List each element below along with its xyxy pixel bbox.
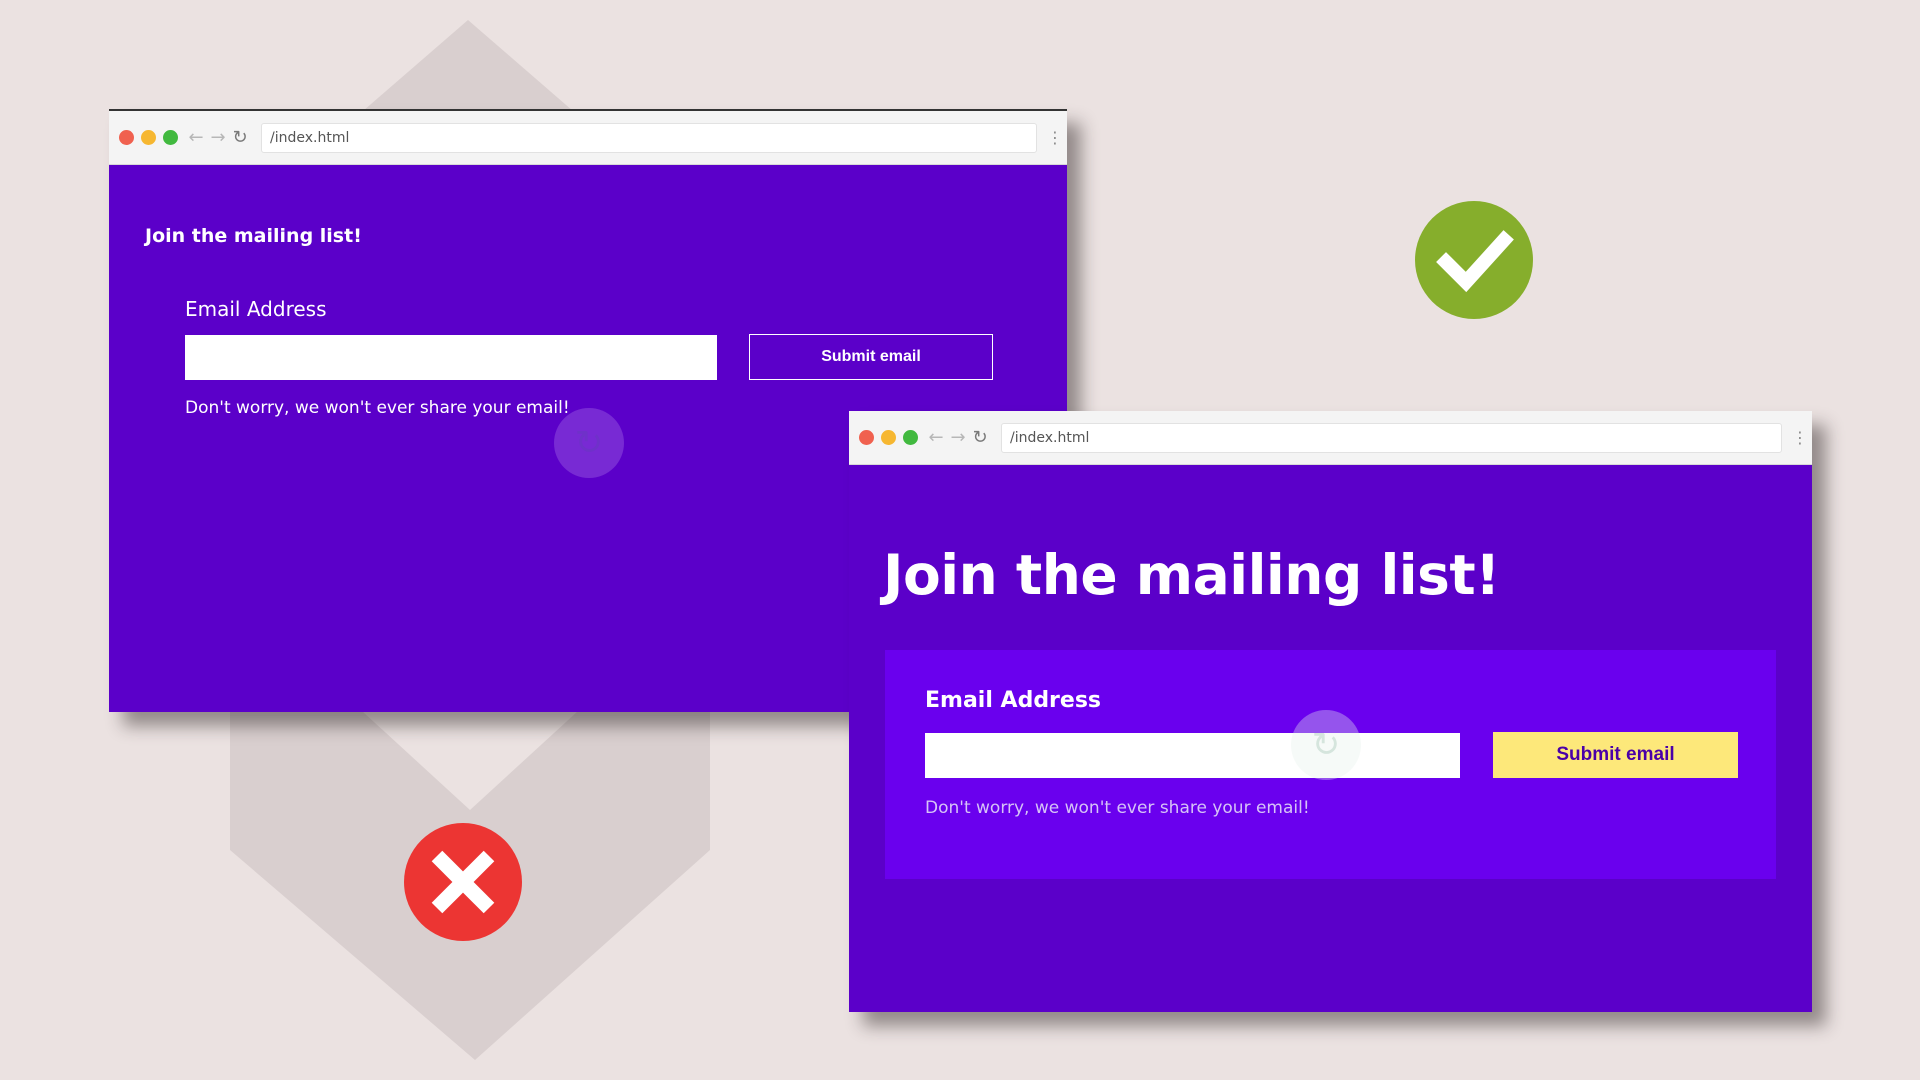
forward-arrow-icon[interactable]: → — [207, 127, 229, 148]
checkmark-icon — [1415, 201, 1533, 319]
good-example-browser-window: ← → ↻ /index.html ⋮ Join the mailing lis… — [849, 411, 1812, 1012]
address-bar[interactable]: /index.html — [261, 122, 1037, 153]
page-title: Join the mailing list! — [883, 543, 1500, 607]
reload-icon[interactable]: ↻ — [229, 127, 251, 148]
minimize-dot-icon[interactable] — [141, 130, 156, 145]
cross-icon — [404, 823, 522, 941]
helper-text: Don't worry, we won't ever share your em… — [925, 798, 1310, 818]
kebab-menu-icon[interactable]: ⋮ — [1047, 129, 1063, 146]
browser-toolbar: ← → ↻ /index.html ⋮ — [109, 111, 1067, 165]
maximize-dot-icon[interactable] — [903, 430, 918, 445]
loading-spinner-icon: ↻ — [554, 408, 624, 478]
address-bar-url: /index.html — [1010, 429, 1090, 446]
good-example-page: Join the mailing list! Email Address Sub… — [849, 465, 1812, 1012]
minimize-dot-icon[interactable] — [881, 430, 896, 445]
signup-form-card: Email Address Submit email Don't worry, … — [885, 650, 1776, 879]
forward-arrow-icon[interactable]: → — [947, 427, 969, 448]
loading-spinner-icon: ↻ — [1291, 710, 1361, 780]
submit-email-button[interactable]: Submit email — [1493, 732, 1738, 778]
back-arrow-icon[interactable]: ← — [185, 127, 207, 148]
close-dot-icon[interactable] — [859, 430, 874, 445]
page-title: Join the mailing list! — [145, 225, 362, 247]
maximize-dot-icon[interactable] — [163, 130, 178, 145]
email-field[interactable] — [925, 733, 1460, 778]
back-arrow-icon[interactable]: ← — [925, 427, 947, 448]
email-label: Email Address — [925, 688, 1102, 713]
browser-toolbar: ← → ↻ /index.html ⋮ — [849, 411, 1812, 465]
address-bar[interactable]: /index.html — [1001, 422, 1782, 453]
reload-icon[interactable]: ↻ — [969, 427, 991, 448]
address-bar-url: /index.html — [270, 129, 350, 146]
email-label: Email Address — [185, 297, 327, 321]
helper-text: Don't worry, we won't ever share your em… — [185, 398, 570, 418]
close-dot-icon[interactable] — [119, 130, 134, 145]
kebab-menu-icon[interactable]: ⋮ — [1792, 429, 1808, 446]
submit-email-button[interactable]: Submit email — [749, 334, 993, 380]
email-field[interactable] — [185, 335, 717, 380]
